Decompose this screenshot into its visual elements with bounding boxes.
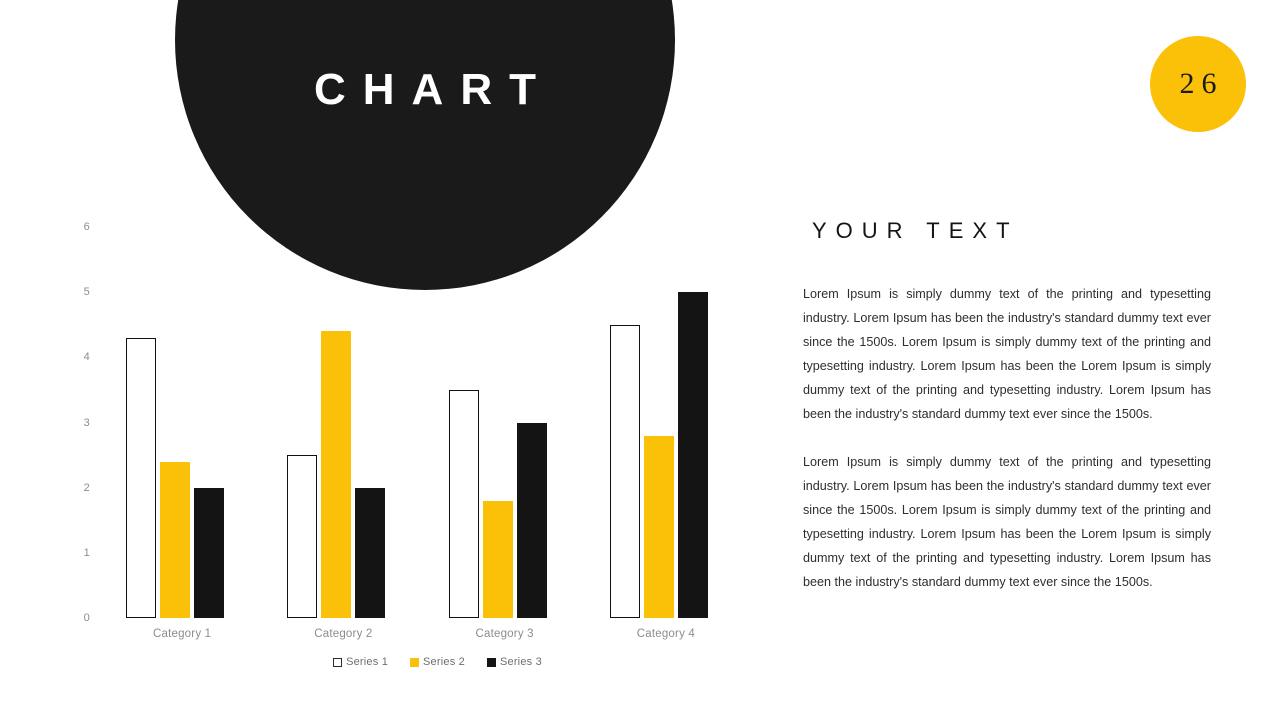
text-panel-paragraph: Lorem Ipsum is simply dummy text of the …: [803, 455, 1211, 589]
slide-root: CHART 26 0123456 Category 1 Category 2 Cat…: [0, 0, 1280, 720]
slide-number-text: 26: [1179, 67, 1224, 100]
bar[interactable]: [321, 331, 352, 618]
legend-swatch-icon: [486, 657, 496, 667]
y-axis-tick-label: 0: [83, 612, 90, 624]
bar[interactable]: [448, 389, 479, 618]
bar-group: [599, 227, 760, 618]
legend-swatch-icon: [333, 657, 343, 667]
bar[interactable]: [643, 435, 674, 618]
legend-item-label: Series 3: [499, 656, 542, 668]
x-axis-category-labels: Category 1 Category 2 Category 3 Category 4: [115, 628, 760, 640]
legend-item[interactable]: Series 2: [410, 656, 465, 668]
bar-group: [438, 227, 599, 618]
bar[interactable]: [482, 500, 513, 618]
bar-group: [276, 227, 437, 618]
y-axis-tick-label: 2: [83, 481, 90, 494]
y-axis-tick-label: 4: [83, 351, 90, 364]
y-axis-tick-label: 3: [83, 416, 90, 429]
x-axis-tick-label: Category 2: [314, 628, 373, 640]
plot-area: [115, 227, 760, 618]
x-axis-tick-label: Category 4: [636, 628, 696, 640]
x-axis-tick-label: Category 3: [475, 628, 534, 640]
page-title: CHART: [314, 65, 553, 114]
bar-chart: 0123456 Category 1 Category 2 Category 3 Ca…: [60, 210, 760, 680]
legend-item-label: Series 1: [346, 656, 389, 668]
bar[interactable]: [287, 455, 318, 618]
bar[interactable]: [126, 337, 156, 618]
bar[interactable]: [194, 487, 224, 618]
chart-legend: Series 1 Series 2 Series 3: [115, 656, 760, 668]
legend-item-label: Series 2: [423, 656, 465, 668]
y-axis-tick-label: 5: [83, 286, 90, 299]
text-panel-heading: YOUR TEXT: [812, 218, 1019, 243]
text-panel: YOUR TEXT Lorem Ipsum is simply dummy te…: [803, 218, 1211, 594]
bar[interactable]: [677, 292, 708, 618]
bar-group: [115, 227, 276, 618]
legend-item[interactable]: Series 3: [486, 656, 542, 668]
bar-groups: [115, 227, 760, 618]
text-panel-paragraph: Lorem Ipsum is simply dummy text of the …: [803, 287, 1211, 421]
x-axis-tick-label: Category 1: [153, 628, 212, 640]
legend-item[interactable]: Series 1: [333, 656, 388, 668]
y-axis-tick-label: 6: [83, 221, 90, 233]
bar[interactable]: [355, 487, 386, 618]
bar[interactable]: [609, 324, 640, 618]
bar[interactable]: [516, 422, 547, 618]
slide-number-badge: 26: [1150, 36, 1246, 132]
bar[interactable]: [160, 461, 190, 618]
legend-swatch-icon: [410, 657, 420, 667]
y-axis-tick-label: 1: [83, 546, 90, 559]
y-axis: 0 1 2 3 4 5 6: [60, 210, 94, 624]
